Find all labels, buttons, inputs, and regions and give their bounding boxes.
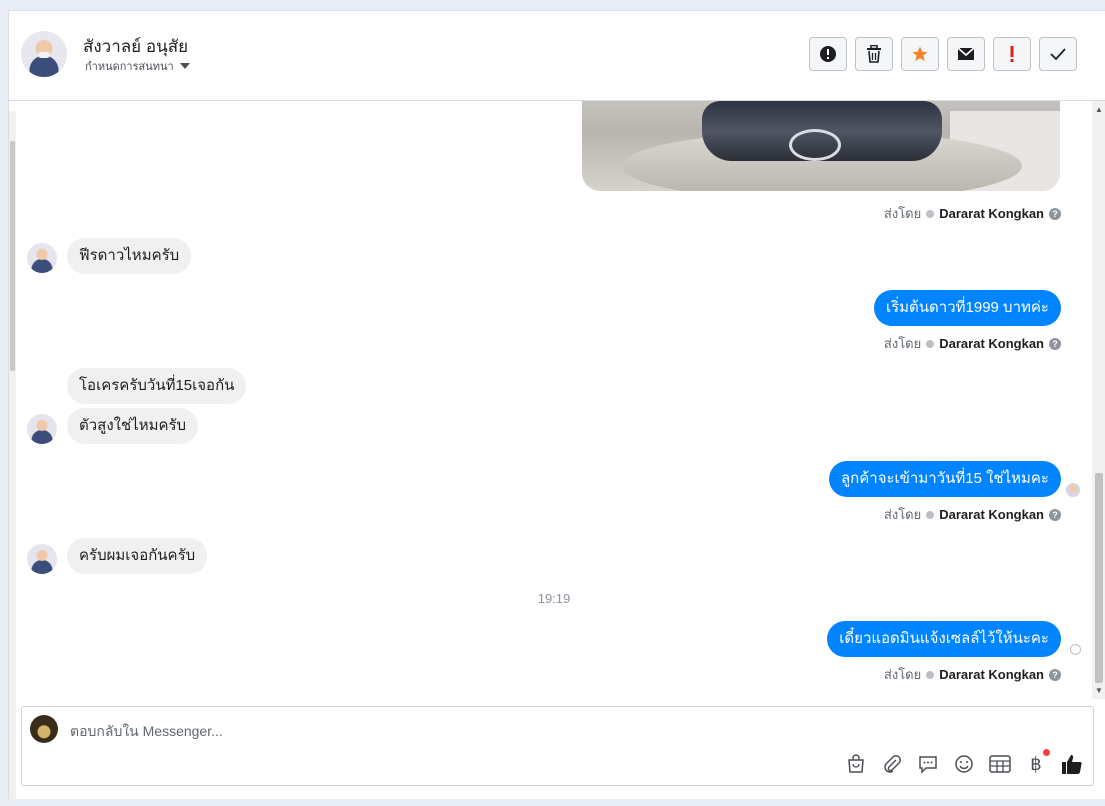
help-icon[interactable]: ? (1049, 337, 1061, 350)
emoji-button[interactable] (953, 753, 975, 775)
spam-button[interactable] (993, 37, 1031, 71)
conversation-header: สังวาลย์ อนุสัย กำหนดการสนทนา (9, 11, 1105, 101)
caret-down-icon (179, 63, 190, 69)
saved-replies-button[interactable] (917, 753, 939, 775)
shopping-bag-icon (848, 754, 864, 773)
incoming-message[interactable]: ครับผมเจอกันครับ (67, 538, 208, 574)
delete-button[interactable] (855, 37, 893, 71)
payment-button[interactable]: ฿ (1025, 749, 1050, 775)
message-timestamp: 19:19 (537, 591, 571, 606)
like-button[interactable] (1061, 753, 1083, 775)
sent-by-label: ส่งโดย (883, 206, 922, 221)
page-avatar (30, 715, 58, 743)
paperclip-icon (884, 755, 901, 773)
contact-avatar-small[interactable] (27, 414, 57, 444)
sent-by-row: ส่งโดย Dararat Kongkan ? (884, 333, 1061, 354)
contact-avatar-small[interactable] (27, 544, 57, 574)
mark-done-button[interactable] (1039, 37, 1077, 71)
quick-reply-icon (919, 756, 937, 774)
mark-unread-button[interactable] (947, 37, 985, 71)
help-icon[interactable]: ? (1049, 508, 1061, 521)
scroll-down-icon[interactable]: ▼ (1095, 686, 1103, 695)
shared-photo-car[interactable] (582, 101, 1060, 191)
table-icon (989, 755, 1011, 773)
envelope-icon (957, 47, 975, 60)
notification-dot (1043, 749, 1050, 756)
help-icon[interactable]: ? (1049, 668, 1061, 681)
baht-icon: ฿ (1030, 753, 1042, 775)
exclamation-icon (1010, 46, 1014, 62)
verified-dot-icon (926, 670, 935, 679)
header-actions (809, 37, 1077, 71)
check-icon (1050, 48, 1066, 61)
sent-by-agent[interactable]: Dararat Kongkan (939, 336, 1044, 351)
emoji-icon (955, 755, 973, 773)
photo-car-logo (789, 129, 841, 161)
star-icon (912, 46, 928, 62)
appointment-button[interactable] (989, 753, 1011, 775)
outgoing-message[interactable]: เริ่มต้นดาวที่1999 บาทค่ะ (873, 290, 1061, 326)
trash-icon (867, 45, 881, 63)
thumbs-up-icon (1062, 755, 1082, 774)
incoming-message[interactable]: ตัวสูงใช่ไหมครับ (67, 408, 199, 444)
sent-by-agent[interactable]: Dararat Kongkan (939, 667, 1044, 682)
help-icon[interactable]: ? (1049, 207, 1061, 220)
contact-avatar[interactable] (21, 31, 67, 77)
verified-dot-icon (926, 209, 935, 218)
sent-by-row: ส่งโดย Dararat Kongkan ? (884, 504, 1061, 525)
shopping-bag-button[interactable] (845, 753, 867, 775)
attach-button[interactable] (881, 753, 903, 775)
sent-by-row: ส่งโดย Dararat Kongkan ? (884, 664, 1061, 685)
star-button[interactable] (901, 37, 939, 71)
incoming-message[interactable]: ฟีรดาวไหมครับ (67, 238, 192, 274)
sent-by-agent[interactable]: Dararat Kongkan (939, 206, 1044, 221)
sent-by-agent[interactable]: Dararat Kongkan (939, 507, 1044, 522)
contact-avatar-small[interactable] (27, 243, 57, 273)
report-button[interactable] (809, 37, 847, 71)
conversation-label-text: กำหนดการสนทนา (85, 61, 174, 73)
reply-input[interactable] (68, 719, 972, 743)
conversation-label-dropdown[interactable]: กำหนดการสนทนา (85, 57, 190, 75)
conversation-panel: สังวาลย์ อนุสัย กำหนดการสนทนา ส่งโดย Dar… (8, 10, 1105, 801)
read-receipt-avatar (1066, 483, 1080, 497)
outgoing-message[interactable]: ลูกค้าจะเข้ามาวันที่15 ใช่ไหมคะ (828, 461, 1061, 497)
scroll-up-icon[interactable]: ▲ (1095, 105, 1103, 114)
incoming-message[interactable]: โอเครครับวันที่15เจอกัน (67, 368, 247, 404)
sent-by-label: ส่งโดย (883, 507, 922, 522)
verified-dot-icon (926, 339, 935, 348)
message-list-scrollbar-thumb[interactable] (1095, 473, 1103, 683)
sent-by-row: ส่งโดย Dararat Kongkan ? (884, 203, 1061, 224)
sent-by-label: ส่งโดย (883, 336, 922, 351)
message-list[interactable]: ส่งโดย Dararat Kongkan ? ฟีรดาวไหมครับ เ… (9, 101, 1105, 701)
delivered-check-icon (1070, 644, 1081, 655)
composer-tools: ฿ (845, 749, 1083, 775)
reply-composer: ฿ (21, 706, 1094, 786)
sent-by-label: ส่งโดย (883, 667, 922, 682)
contact-name[interactable]: สังวาลย์ อนุสัย (83, 33, 188, 60)
alert-circle-icon (820, 46, 836, 62)
verified-dot-icon (926, 510, 935, 519)
message-list-scrollbar[interactable]: ▲ ▼ (1092, 101, 1105, 699)
outgoing-message[interactable]: เดี๋ยวแอดมินแจ้งเซลล์ไว้ให้นะคะ (827, 621, 1061, 657)
